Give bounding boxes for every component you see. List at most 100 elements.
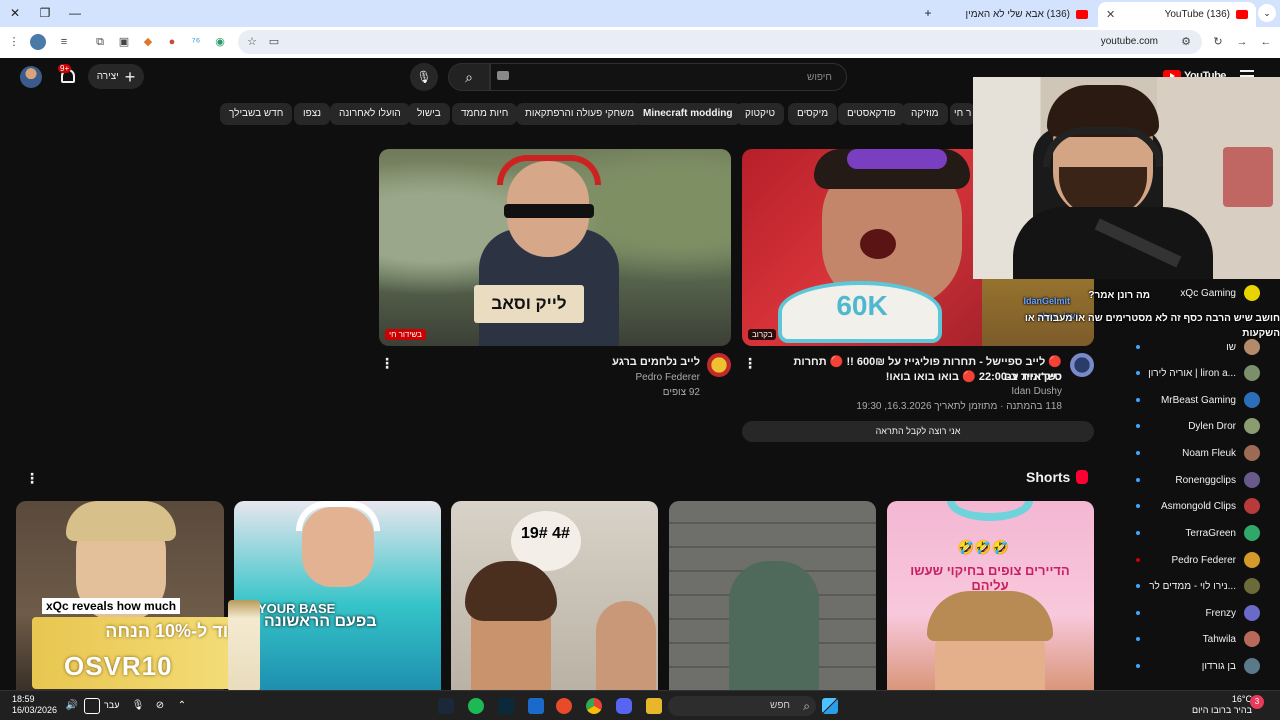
extension-icon[interactable]: ⁷⁶	[188, 34, 204, 50]
channel-avatar	[1244, 658, 1260, 674]
spotify-icon[interactable]	[468, 698, 484, 714]
file-explorer-icon[interactable]	[646, 698, 662, 714]
chip[interactable]: ר חי	[950, 103, 976, 125]
extension-icon[interactable]: ▣	[116, 34, 132, 50]
system-clock[interactable]: 18:59 16/03/2026	[12, 694, 57, 716]
profile-icon[interactable]	[30, 34, 46, 50]
weather-desc: בהיר ברובו היום	[1192, 705, 1252, 715]
sidebar-subscription-item[interactable]: Asmongold Clips	[1120, 497, 1260, 515]
create-button[interactable]: יצירה +	[88, 64, 144, 89]
extension-icon[interactable]: ◆	[140, 34, 156, 50]
notify-me-button[interactable]: אני רוצה לקבל התראה	[742, 421, 1094, 442]
chip[interactable]: מוזיקה	[902, 103, 948, 125]
video-title[interactable]: לייב נלחמים ברגע	[430, 355, 700, 370]
sidebar-subscription-item[interactable]: Ronenggclips	[1120, 471, 1260, 489]
sidebar-subscription-item[interactable]: Dylen Dror	[1120, 417, 1260, 435]
discord-icon[interactable]	[616, 698, 632, 714]
grid-app-icon[interactable]	[528, 698, 544, 714]
mic-icon[interactable]: 🎙	[130, 698, 146, 714]
new-tab-icon[interactable]: +	[918, 4, 938, 22]
sidebar-item-label: Pedro Federer	[1171, 554, 1236, 566]
steam-icon[interactable]	[438, 698, 454, 714]
channel-avatar[interactable]	[707, 353, 731, 377]
more-options-icon[interactable]: ⋮	[25, 471, 39, 485]
sidebar-subscription-item[interactable]: Noam Fleuk	[1120, 444, 1260, 462]
restore-window-icon[interactable]: ❐	[35, 4, 55, 22]
tab-search-icon[interactable]: ⌄	[1258, 4, 1276, 22]
chip[interactable]: בישול	[408, 103, 450, 125]
search-button[interactable]: ⌕	[448, 63, 490, 91]
channel-avatar	[1244, 392, 1260, 408]
shorts-icon	[1076, 470, 1089, 484]
extension-icon[interactable]: ●	[164, 34, 180, 50]
keyboard-icon[interactable]	[497, 71, 509, 80]
language-indicator[interactable]: עבר	[104, 700, 119, 710]
windows-start-icon[interactable]	[822, 698, 838, 714]
omnibox[interactable]: ☆ ▭ youtube.com ⚙	[238, 30, 1202, 54]
site-settings-icon[interactable]: ⚙	[1178, 34, 1194, 50]
extension-icon[interactable]: ◉	[212, 34, 228, 50]
close-tab-icon[interactable]: ✕	[1106, 8, 1115, 21]
search-input[interactable]	[490, 63, 847, 91]
chip[interactable]: הועלו לאחרונה	[330, 103, 410, 125]
chip[interactable]: נצפו	[294, 103, 331, 125]
cast-icon[interactable]: ▭	[266, 34, 282, 50]
short-thumbnail[interactable]: YOUR BASE בפעם הראשונה	[234, 501, 441, 690]
sidebar-subscription-item[interactable]: MrBeast Gaming	[1120, 391, 1260, 409]
avatar[interactable]	[20, 66, 42, 88]
wifi-off-icon[interactable]: ⊘	[152, 698, 168, 714]
chip[interactable]: פודקאסטים	[838, 103, 905, 125]
forward-icon[interactable]: →	[1234, 34, 1250, 50]
sidebar-subscription-item[interactable]: Pedro Federer	[1120, 551, 1260, 569]
chip[interactable]: Minecraft modding	[634, 103, 742, 125]
puzzle-icon[interactable]: ⧉	[92, 34, 108, 50]
address-bar: ⋮ ≡ ⧉ ▣ ◆ ● ⁷⁶ ◉ ☆ ▭ youtube.com ⚙ ↻ → ←	[0, 27, 1280, 58]
channel-avatar[interactable]	[1070, 353, 1094, 377]
more-options-icon[interactable]: ⋮	[743, 356, 757, 370]
mic-icon[interactable]: 🎙	[410, 63, 438, 91]
sidebar-subscription-item[interactable]: Frenzy	[1120, 604, 1260, 622]
sidebar-subscription-item[interactable]: נירו לוי - ממדים לר...	[1120, 577, 1260, 595]
app-icon[interactable]	[556, 698, 572, 714]
new-content-dot	[1136, 345, 1140, 349]
channel-avatar	[1244, 498, 1260, 514]
reload-icon[interactable]: ↻	[1210, 34, 1226, 50]
live-badge: בשידור חי	[385, 329, 426, 340]
chevron-up-icon[interactable]: ⌃	[174, 698, 190, 714]
more-options-icon[interactable]: ⋮	[380, 356, 394, 370]
chip[interactable]: חיות מחמד	[452, 103, 518, 125]
channel-avatar	[1244, 525, 1260, 541]
video-thumbnail[interactable]: לייק וסאב בשידור חי	[379, 149, 731, 346]
tab-active[interactable]: (136) YouTube ✕	[1098, 2, 1256, 27]
short-thumbnail[interactable]: 19# 4#	[451, 501, 658, 690]
chip[interactable]: חדש בשבילך	[220, 103, 293, 125]
sidebar-subscription-item[interactable]: TerraGreen	[1120, 524, 1260, 542]
channel-name[interactable]: Idan Dushy	[760, 386, 1062, 397]
back-icon[interactable]: ←	[1258, 34, 1274, 50]
sidebar-subscription-item[interactable]: Tahwila	[1120, 630, 1260, 648]
webcam-overlay	[973, 77, 1280, 279]
menu-dots-icon[interactable]: ⋮	[6, 34, 22, 50]
sidebar-subscription-item[interactable]: אוריה לירון | liron a...	[1120, 364, 1260, 382]
speaker-icon[interactable]: 🔊	[64, 698, 80, 714]
short-thumbnail[interactable]: 🤣🤣🤣 הדיירים צופים בחיקוי שעשו עליהם	[887, 501, 1094, 690]
chip[interactable]: טיקטוק	[736, 103, 785, 125]
short-thumbnail[interactable]	[669, 501, 876, 690]
new-content-dot	[1136, 424, 1140, 428]
weather-widget[interactable]: 16°C בהיר ברובו היום	[1192, 694, 1252, 716]
chip[interactable]: מיקסים	[788, 103, 838, 125]
chrome-icon[interactable]	[586, 698, 602, 714]
sidebar-subscription-item[interactable]: בן גורדון	[1120, 657, 1260, 675]
network-icon[interactable]	[84, 698, 100, 714]
bookmark-star-icon[interactable]: ☆	[244, 34, 260, 50]
tab-inactive[interactable]: (136) אבא שלי לא האמין כי בצ...	[958, 2, 1096, 27]
video-title-line2[interactable]: טיק'אייד ב-22:00 🔴 בואו בואו בואו!	[760, 370, 1062, 385]
taskbar-search[interactable]: חפש ⌕	[668, 696, 816, 716]
notifications-button[interactable]: 9+	[58, 64, 80, 88]
extension-icon[interactable]: ≡	[56, 34, 72, 50]
chip[interactable]: משחקי פעולה והרפתקאות	[516, 103, 644, 125]
minimize-window-icon[interactable]: —	[65, 4, 85, 22]
close-window-icon[interactable]: ✕	[5, 4, 25, 22]
channel-name[interactable]: Pedro Federer	[430, 372, 700, 383]
app-icon[interactable]	[498, 698, 514, 714]
